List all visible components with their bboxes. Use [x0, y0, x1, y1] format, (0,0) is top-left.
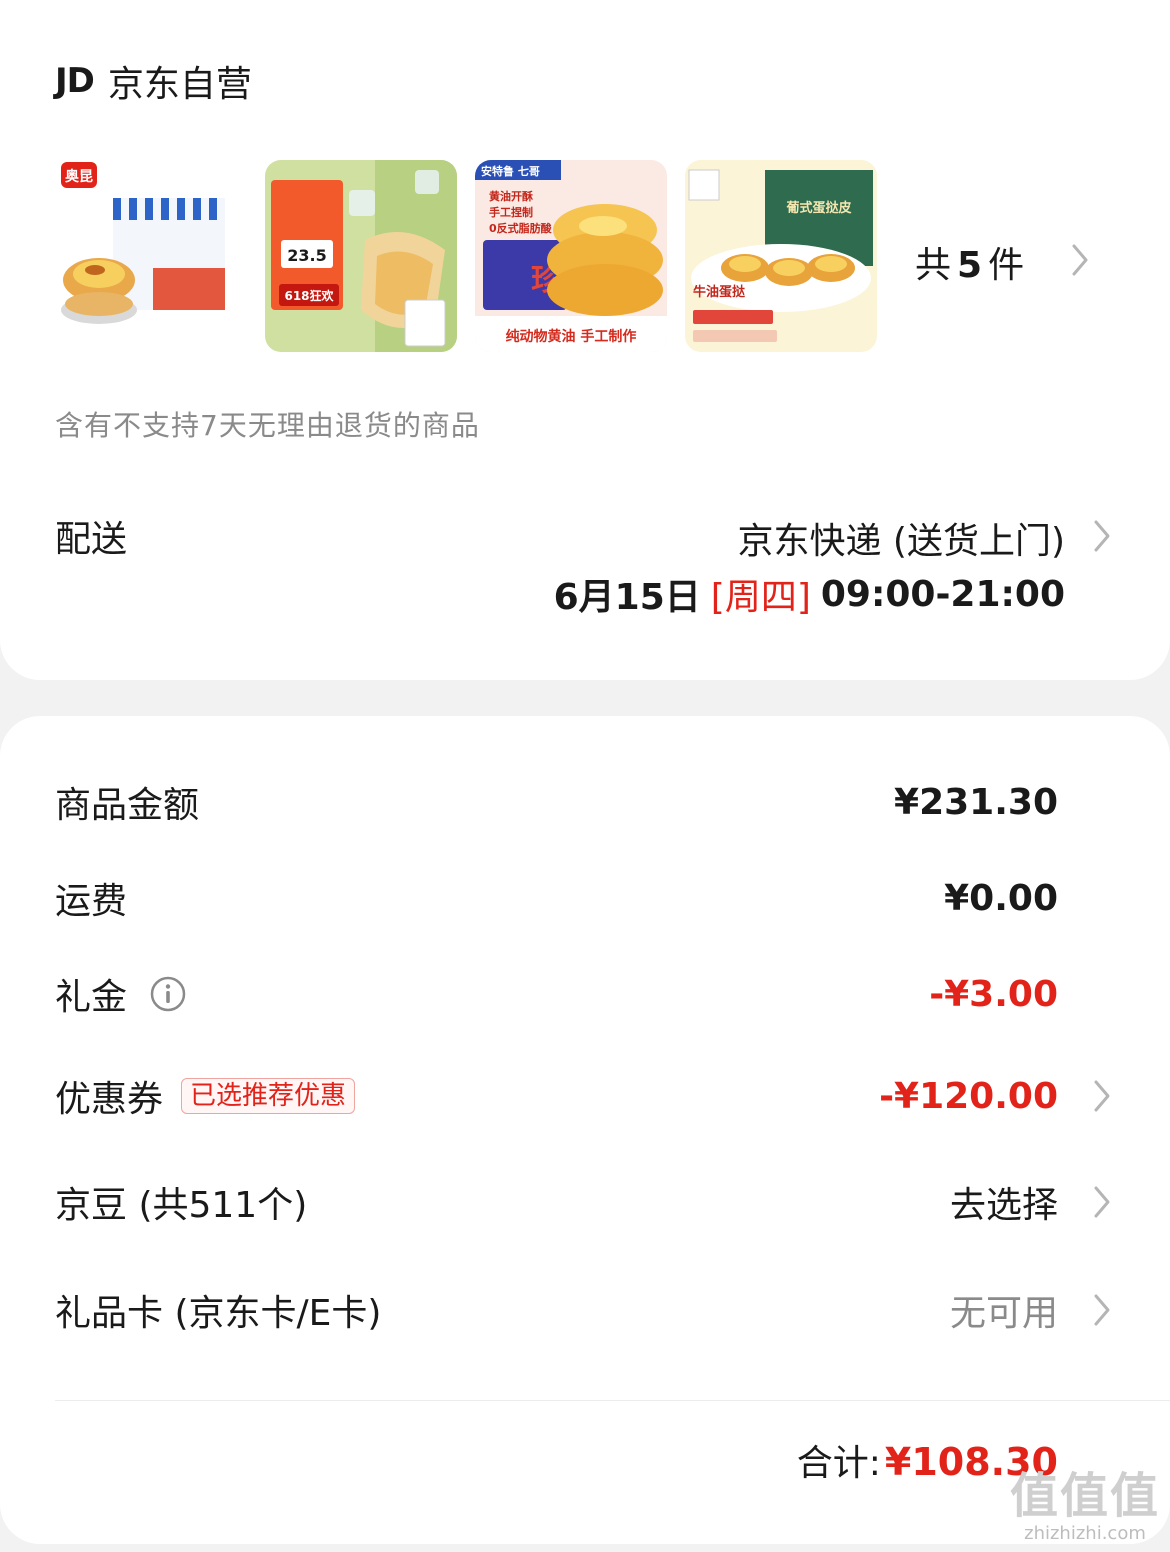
box-title-text: 葡式蛋挞皮	[785, 200, 851, 216]
brand-banner-text: 安特鲁 七哥	[481, 164, 540, 178]
delivery-weekday: [周四]	[710, 577, 811, 618]
item-count-suffix: 件	[988, 245, 1025, 286]
brand-logo-text: 奥昆	[65, 168, 93, 185]
gift-card-label: 礼品卡 (京东卡/E卡)	[55, 1293, 382, 1334]
product-caption-text: 牛油蛋挞	[693, 284, 746, 300]
shipping-label: 配送	[55, 519, 128, 560]
summary-divider	[55, 1400, 1170, 1401]
price-tag-text: 23.5	[287, 246, 326, 265]
store-name: 京东自营	[107, 64, 252, 105]
item-count-value: 5	[957, 245, 983, 286]
coupon-value: -¥120.00	[879, 1075, 1058, 1117]
jd-beans-label: 京豆 (共511个)	[55, 1185, 308, 1226]
info-icon[interactable]	[149, 975, 187, 1013]
store-card: JD 京东自营 奥昆 23.5 618狂欢 安特鲁 七哥 黄油开酥 手工捏制 0…	[0, 0, 1170, 680]
return-policy-notice: 含有不支持7天无理由退货的商品	[55, 409, 480, 442]
store-header[interactable]: JD 京东自营	[55, 56, 252, 106]
summary-row-gift-money: 礼金 -¥3.00	[55, 964, 1170, 1024]
goods-amount-value: ¥231.30	[894, 781, 1058, 823]
gift-money-value: -¥3.00	[929, 973, 1058, 1015]
product-egg-tart-green-image[interactable]: 23.5 618狂欢	[265, 160, 457, 352]
shipping-fee-label: 运费	[55, 881, 128, 922]
site-watermark: 值值值 zhizhizhi.com	[1010, 1469, 1160, 1544]
gift-card-value: 无可用	[949, 1293, 1058, 1334]
gift-money-label: 礼金	[55, 977, 128, 1018]
feature-line-2: 手工捏制	[489, 205, 533, 219]
product-portuguese-tart-image[interactable]: 葡式蛋挞皮 牛油蛋挞	[685, 160, 877, 352]
item-count-prefix: 共	[915, 245, 952, 286]
product-egg-tart-pastry-image[interactable]: 安特鲁 七哥 黄油开酥 手工捏制 0反式脂肪酸 珍馔 纯动物黄油 手工制作	[475, 160, 667, 352]
feature-line-1: 黄油开酥	[489, 189, 533, 203]
goods-amount-label: 商品金额	[55, 785, 200, 826]
total-label: 合计:	[796, 1443, 881, 1484]
coupon-label-group: 优惠券 已选推荐优惠	[55, 1070, 356, 1122]
summary-row-coupon[interactable]: 优惠券 已选推荐优惠 -¥120.00	[55, 1066, 1170, 1126]
product-footer-text: 纯动物黄油 手工制作	[506, 328, 637, 345]
summary-row-goods-amount: 商品金额 ¥231.30	[55, 772, 1170, 832]
summary-row-jd-beans[interactable]: 京豆 (共511个) 去选择	[55, 1172, 1170, 1232]
product-egg-tart-box-image[interactable]: 奥昆	[55, 160, 247, 352]
shipping-method[interactable]: 京东快递 (送货上门)	[737, 512, 1065, 564]
promo-badge-text: 618狂欢	[284, 288, 334, 303]
watermark-url: zhizhizhi.com	[1024, 1523, 1146, 1544]
chevron-right-icon[interactable]	[1066, 240, 1094, 280]
jd-beans-value: 去选择	[949, 1185, 1058, 1226]
delivery-time[interactable]: 6月15日 [周四] 09:00-21:00	[554, 568, 1065, 620]
jd-logo: JD	[55, 61, 95, 101]
product-thumbnails[interactable]: 奥昆 23.5 618狂欢 安特鲁 七哥 黄油开酥 手工捏制 0反式脂肪酸 纯动…	[55, 160, 895, 352]
delivery-hours: 09:00-21:00	[820, 573, 1065, 615]
shipping-fee-value: ¥0.00	[944, 877, 1058, 919]
chevron-right-icon[interactable]	[1088, 516, 1116, 556]
item-count[interactable]: 共 5 件	[915, 236, 1024, 288]
watermark-logo: 值值值	[1010, 1468, 1161, 1524]
coupon-label: 优惠券	[55, 1079, 164, 1120]
chevron-right-icon[interactable]	[1088, 1182, 1116, 1222]
delivery-date: 6月15日	[553, 577, 701, 618]
gift-money-label-group: 礼金	[55, 968, 187, 1020]
summary-row-shipping-fee: 运费 ¥0.00	[55, 868, 1170, 928]
chevron-right-icon[interactable]	[1088, 1076, 1116, 1116]
chevron-right-icon[interactable]	[1088, 1290, 1116, 1330]
summary-row-gift-card[interactable]: 礼品卡 (京东卡/E卡) 无可用	[55, 1280, 1170, 1340]
feature-line-3: 0反式脂肪酸	[489, 221, 553, 235]
order-summary-card: 商品金额 ¥231.30 运费 ¥0.00 礼金 -¥3.00 优惠券 已选推荐…	[0, 716, 1170, 1544]
recommended-coupon-badge: 已选推荐优惠	[181, 1078, 356, 1114]
